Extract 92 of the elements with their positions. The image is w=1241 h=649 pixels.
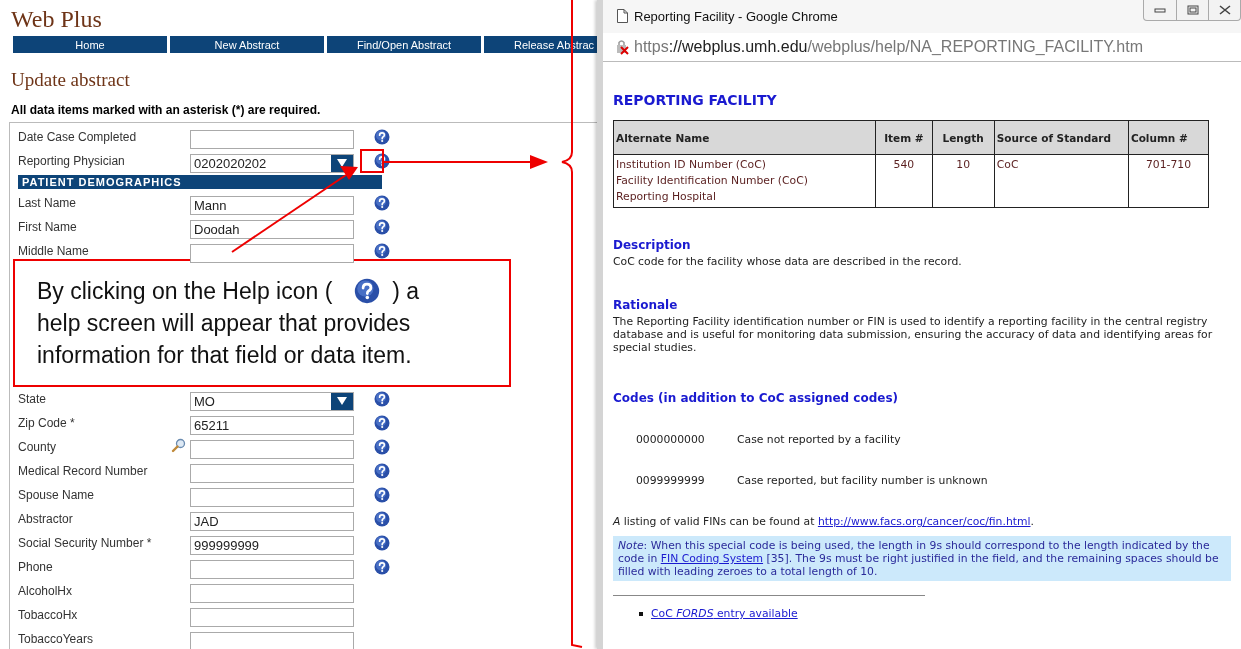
help-heading: REPORTING FACILITY — [613, 92, 778, 108]
help-icon[interactable] — [374, 535, 390, 551]
app-title: Web Plus — [11, 6, 102, 32]
window-title: Reporting Facility - Google Chrome — [634, 9, 838, 24]
help-icon[interactable] — [374, 153, 390, 169]
field-label: Zip Code * — [18, 415, 76, 430]
help-icon[interactable] — [374, 129, 390, 145]
input-field[interactable] — [190, 463, 354, 483]
help-icon[interactable] — [374, 195, 390, 211]
column-header: Alternate Name — [613, 120, 876, 155]
document-icon — [617, 9, 628, 23]
column-header: Length — [932, 120, 995, 155]
section-header: PATIENT DEMOGRAPHICS — [18, 175, 382, 189]
fin-link[interactable]: http://www.facs.org/cancer/coc/fin.html — [817, 515, 1031, 528]
table-cell: Institution ID Number (CoC) Facility Identification Number (CoC) Reporting Hospital — [613, 154, 876, 208]
help-icon[interactable] — [374, 243, 390, 259]
field-label: First Name — [18, 219, 78, 234]
code-value: 0099999999 — [636, 474, 706, 487]
input-field[interactable]: Doodah — [190, 219, 354, 239]
listing-text: A listing of valid FINs can be found at http://www.facs.org/cancer/coc/fin.html. — [613, 515, 1035, 528]
help-icon[interactable] — [374, 439, 390, 455]
help-icon[interactable] — [374, 463, 390, 479]
table-cell: 10 — [932, 154, 995, 208]
nav-button[interactable]: New Abstract — [170, 36, 324, 53]
field-label: County — [18, 439, 57, 454]
callout-text: help screen will appear that provides information for that field or data item. — [37, 309, 413, 370]
close-icon — [1218, 5, 1231, 15]
field-label: AlcoholHx — [18, 583, 74, 598]
help-icon[interactable] — [374, 415, 390, 431]
caret-icon — [336, 396, 348, 406]
insecure-lock-icon — [615, 39, 631, 55]
caret-icon — [336, 158, 348, 168]
code-meaning: Case not reported by a facility — [737, 433, 901, 446]
field-label: Date Case Completed — [18, 129, 138, 144]
coding-system-link[interactable]: FIN Coding System — [660, 552, 764, 565]
field-label: Phone — [18, 559, 54, 574]
input-field[interactable] — [190, 129, 354, 149]
input-field[interactable]: 999999999 — [190, 535, 354, 555]
callout-text: By clicking on the Help icon ( — [37, 277, 333, 306]
input-field[interactable] — [190, 583, 354, 603]
address-field[interactable]: https://webplus.umh.edu/webplus/help/NA_REPORTING_FACILITY.htm — [634, 38, 1143, 56]
section-heading: Description — [613, 238, 692, 252]
search-icon[interactable] — [171, 438, 186, 453]
page-title: Update abstract — [11, 69, 130, 91]
select-field[interactable]: MO — [190, 391, 354, 411]
nav-button[interactable]: Find/Open Abstract — [327, 36, 481, 53]
table-cell: 701-710 — [1128, 154, 1209, 208]
input-field[interactable] — [190, 243, 354, 263]
table-cell: 540 — [875, 154, 933, 208]
input-field[interactable] — [190, 487, 354, 507]
bullet-icon — [639, 611, 643, 616]
help-icon[interactable] — [374, 391, 390, 407]
select-field[interactable]: 0202020202 — [190, 153, 354, 173]
table-cell: CoC — [994, 154, 1129, 208]
maximize-icon — [1186, 5, 1199, 15]
fords-link[interactable]: CoC FORDS entry available — [651, 607, 798, 620]
section-heading: Codes (in addition to CoC assigned codes) — [613, 391, 900, 405]
field-label: Reporting Physician — [18, 153, 126, 168]
input-field[interactable] — [190, 607, 354, 627]
minimize-icon — [1154, 7, 1166, 13]
code-value: 0000000000 — [636, 433, 706, 446]
help-icon[interactable] — [374, 559, 390, 575]
field-label: Spouse Name — [18, 487, 96, 502]
column-header: Item # — [875, 120, 933, 155]
field-label: Abstractor — [18, 511, 74, 526]
input-field[interactable]: 65211 — [190, 415, 354, 435]
help-icon[interactable] — [374, 511, 390, 527]
section-heading: Rationale — [613, 298, 679, 312]
column-header: Source of Standard — [994, 120, 1129, 155]
help-icon[interactable] — [374, 219, 390, 235]
section-text: CoC code for the facility whose data are described in the record. — [613, 255, 963, 268]
field-label: State — [18, 391, 48, 406]
field-label: Middle Name — [18, 243, 90, 258]
field-label: Medical Record Number — [18, 463, 149, 478]
help-icon[interactable] — [374, 487, 390, 503]
field-label: Social Security Number * — [18, 535, 153, 550]
code-meaning: Case reported, but facility number is unknown — [737, 474, 988, 487]
field-label: TobaccoYears — [18, 631, 94, 646]
input-field[interactable]: JAD — [190, 511, 354, 531]
field-label: Last Name — [18, 195, 78, 210]
input-field[interactable] — [190, 439, 354, 459]
input-field[interactable]: Mann — [190, 195, 354, 215]
input-field[interactable] — [190, 559, 354, 579]
input-field[interactable] — [190, 631, 354, 649]
column-header: Column # — [1128, 120, 1209, 155]
note-text: Note: When this special code is being used, the length in 9s should correspond to the length indicated by the code in FIN Coding System [35]. The 9s must be right justified in the field, and the remaining spaces should be filled with leading zeroes to a total length of 10. — [613, 536, 1231, 581]
help-icon[interactable] — [354, 278, 381, 304]
callout-text: ) a — [392, 277, 420, 306]
field-label: TobaccoHx — [18, 607, 79, 622]
required-note: All data items marked with an asterisk (*) are required. — [11, 103, 321, 117]
nav-button[interactable]: Home — [13, 36, 167, 53]
section-text: The Reporting Facility identification number or FIN is used to identify a reporting facility in the central registry database and is useful for monitoring data submission, ensuring the accuracy of data and identifying areas for special studies. — [613, 315, 1214, 354]
